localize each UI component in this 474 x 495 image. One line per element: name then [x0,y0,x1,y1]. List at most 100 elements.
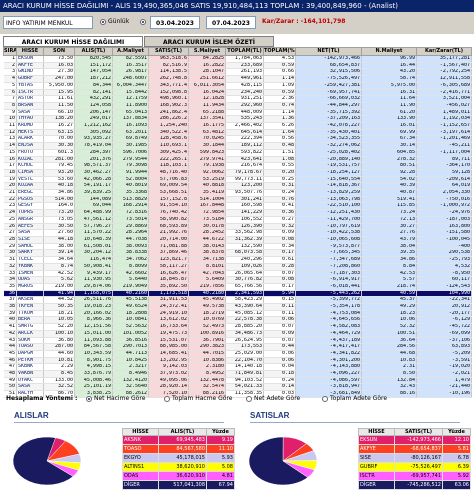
table-cell: 0.06 [263,350,296,358]
table-row[interactable]: 18 CIMSA 93.20 30,462.27 91.9944 48,716.40 92.… [3,169,472,177]
net-count-radio[interactable] [246,396,252,402]
daily-radio[interactable] [100,19,106,25]
table-row[interactable]: 5 YBTAS 5,950.00 84,344 6,004.3447 343,771.4 6… [3,82,472,90]
tab-trade-summary[interactable]: ARACI KURUM İSLEM ÖZETİ [144,36,274,47]
table-row[interactable]: 21 EREGL 34.86 39,839.25 35.3368 53,668.51 35.… [3,189,472,197]
table-row[interactable]: 37 AKSEN 44.52 26,511.76 45.5138 31,911.53 45.… [3,296,472,304]
table-row[interactable]: 38 TKFEN 50.35 19,018.23 49.6524 24,372.41 49.… [3,303,472,311]
table-row[interactable]: 17 KCHOL 79.45 98,571.37 79.3098 118,103.1 79.… [3,162,472,170]
table-row[interactable]: 16 KOZAL 281.00 201,376 279.9544 222,265.1 279… [3,156,472,164]
table-row[interactable]: 6 ISCTR 15.95 82,141 15.8442 152,098.8 16.0424… [3,89,472,97]
total-volume-radio[interactable] [164,396,170,402]
column-header[interactable]: SATIS(TL) [148,47,189,56]
column-header[interactable]: ALIS(TL) [74,47,113,56]
table-row[interactable]: 43 SOKM 36.80 11,093.88 36.8516 15,531.07 36.7… [3,337,472,345]
table-cell: 57,706.83 [148,176,189,184]
table-row[interactable]: 20 KOZAA 40.18 54,191.17 40.8019 69,009.54 40.… [3,182,472,191]
table-row[interactable]: 10 THYAO 138.20 249,017 137.8834 286,226.2 137… [3,115,472,124]
range-radio[interactable] [140,19,146,25]
table-cell: 58,990.82 [148,216,189,224]
table-row[interactable]: 31 TCELL 34.64 116,474 34.7062 123,821.7 34.71… [3,256,472,264]
table-cell: 0.08 [263,236,296,244]
date-from-input[interactable]: 03.04.2023 [150,16,200,29]
column-header[interactable]: TOPLAM(TL) [225,47,264,56]
table-row[interactable]: 35 MGROS 219.00 29,874.06 219.9049 35,892.50 2… [3,283,472,291]
table-cell: 138.20 [43,115,75,124]
table-row[interactable]: 28 SISE 44.18 10,648.39 44.7038 20,714.00 44.6… [3,236,472,244]
table-row[interactable]: 44 TOASO 287.00 84,567.58 290.7013 88,985.00 2… [3,343,472,351]
table-row[interactable]: 36 ALTIN 41.94 1,168,075 40.2160 1,173,518 40.… [3,290,472,298]
table-cell: 10.83 [361,357,417,365]
table-cell: 24,372.41 [148,303,189,311]
table-row[interactable]: 11 KRDMD 16.27 1,212,162 16.1093 1,254,240 16.… [3,122,472,130]
table-row[interactable]: 50 SASA 32.52 25,101.19 32.5640 28,920.14 32.5… [3,383,472,392]
table-row[interactable]: 32 YKBNK 8.74 50,908.41 8.8099 58,117.27 8.810… [3,263,472,271]
table-cell: 10,648.39 [74,236,113,244]
table-row[interactable]: 30 SARKY 39.14 30,204.12 38.8338 37,869.46 38.… [3,249,472,258]
table-row[interactable]: 3 GWIND 27.30 147,054 26.9817 114,138.5 28.104… [3,68,472,77]
table-cell: 40.8818 [188,182,226,191]
table-row[interactable]: 7 ASTOR 11.61 432,291 12.1759 498,960.1 12.182… [3,95,472,103]
column-header[interactable]: NET(TL) [295,47,362,56]
table-cell: -4,417,417 [295,343,362,351]
table-cell: 123,200 [225,182,264,191]
tab-stock-distribution[interactable]: ARACI KURUM HİSSE DAĞILIMI [3,36,143,47]
table-row[interactable]: 27 SASA 27.60 11,570.22 28.2964 21,992.76 28.2… [3,229,472,237]
table-cell: 0.36 [263,209,296,217]
table-cell: -19,531,757 [295,162,362,170]
column-header[interactable]: A.Maliyet [112,47,149,56]
table-cell: 92.28 [361,169,417,177]
table-row[interactable]: 13 ALARK 70.00 93,935.27 69.8749 128,458.6 70.… [3,135,472,144]
table-row[interactable]: 42 ARCLK 100.10 15,011.00 101.0052 19,475.73 1… [3,330,472,338]
table-row[interactable]: 46 PETKM 10.81 8,901.75 10.8425 13,202.95 10.8… [3,357,472,365]
table-cell: KCHOL [16,162,44,170]
table-cell: 132.4478 [188,377,226,385]
table-row[interactable]: 33 ISMEN 42.52 9,439.17 42.6602 16,626.47 42.7… [3,270,472,278]
table-cell: 2.29 [43,363,75,372]
table-row[interactable]: 12 HEKTS 63.15 305,092 63.2011 340,522.4 63.48… [3,129,472,137]
table-row[interactable]: 45 DAPGM 44.60 10,343.59 44.7113 14,685.41 44.… [3,350,472,358]
table-row[interactable]: 41 SMRTG 52.20 12,151.56 52.5632 16,733.64 52.… [3,323,472,331]
table-cell: 49.29 [361,303,417,311]
table-row[interactable]: 26 AEFES 30.50 57,796.27 29.8869 68,593.89 30.… [3,223,472,231]
column-header[interactable]: TOPLAM(%) [263,47,296,56]
table-row[interactable]: 19 VESTL 53.60 42,066.28 52.8004 57,706.83 53.… [3,176,472,184]
table-cell: KRDMD [16,122,44,130]
table-row[interactable]: 23 GESGY 164.0 69,044 168.2914 91,554.10 167.8… [3,202,472,211]
table-cell: 11 [3,122,17,130]
table-row[interactable]: 8 BRSAN 11.50 124,058 11.8900 168,902.3 11.943… [3,102,472,110]
table-row[interactable]: 14 ENJSA 30.30 78,419.04 30.1985 110,693.1 30.… [3,142,472,150]
table-cell: SMRTG [16,323,44,331]
table-row[interactable]: 34 ODAS 5.62 11,930.95 5.6440 18,845.87 5.6409… [3,276,472,284]
column-header[interactable]: Kar/Zarar(TL) [416,47,472,56]
table-row[interactable]: 48 VAKBN 8.45 33,876.79 8.4946 37,973.02 8.495… [3,370,472,378]
table-cell: 82,516.9 [148,62,189,70]
date-to-input[interactable]: 07.04.2023 [206,16,256,29]
broker-combo[interactable]: INFO YATIRIM MENKUL [3,16,93,29]
column-header[interactable]: HİSSE [16,47,44,56]
table-row[interactable]: 9 SASA 66.10 206,147 65.0413 241,862.4 65.2188… [3,109,472,117]
table-row[interactable]: 49 OYAKC 133.00 45,008.46 132.4120 49,095.06 1… [3,377,472,385]
table-row[interactable]: 25 ANSGR 73.05 47,561.12 73.5014 58,990.82 73.… [3,216,472,224]
table-row[interactable]: 22 PGSUS 514.00 144,089 513.8829 157,152.8 514… [3,196,472,204]
table-cell: 73.20 [43,209,75,217]
column-header[interactable]: S.Maliyet [188,47,226,56]
table-cell: 147,054 [74,68,113,77]
table-row[interactable]: 2 AKFYE 16.03 151,172 16.3517 82,516.9 16.2822… [3,62,472,70]
table-cell: -4,645,656 [295,316,362,325]
table-row[interactable]: 39 TTKOM 18.21 20,166.02 18.2808 24,919.10 18.… [3,310,472,318]
column-header[interactable]: N.Maliyet [361,47,417,56]
table-row[interactable]: 4 GUBRF 247.00 187,212 248.6007 262,748.8 251.… [3,75,472,83]
table-cell: -4,143,880 [295,363,362,372]
column-header[interactable]: SIRA [3,47,17,56]
table-row[interactable]: 47 SKBNK 2.29 4,998.15 2.3217 9,142.03 2.3180 1… [3,363,472,372]
table-row[interactable]: 40 BERA 10.05 8,966.36 10.0841 13,612.02 10.07… [3,316,472,325]
table-row[interactable]: 24 TUPRS 73.20 64,488.99 72.8316 76,740.42 72.… [3,209,472,217]
net-volume-radio[interactable] [86,396,92,402]
column-header[interactable]: SON [43,47,75,56]
table-cell: 49,095.06 [148,377,189,385]
table-row[interactable]: 29 SAHOL 38.00 61,508.01 38.0093 71,081.88 38.… [3,243,472,251]
total-count-radio[interactable] [322,396,328,402]
table-row[interactable]: 15 FROTO 601.3 284,397 596.7006 309,425.4 599.… [3,149,472,157]
table-row[interactable]: 1 EKSUN 73.50 820,545 82.5591 963,518.6 84.282… [3,55,472,63]
